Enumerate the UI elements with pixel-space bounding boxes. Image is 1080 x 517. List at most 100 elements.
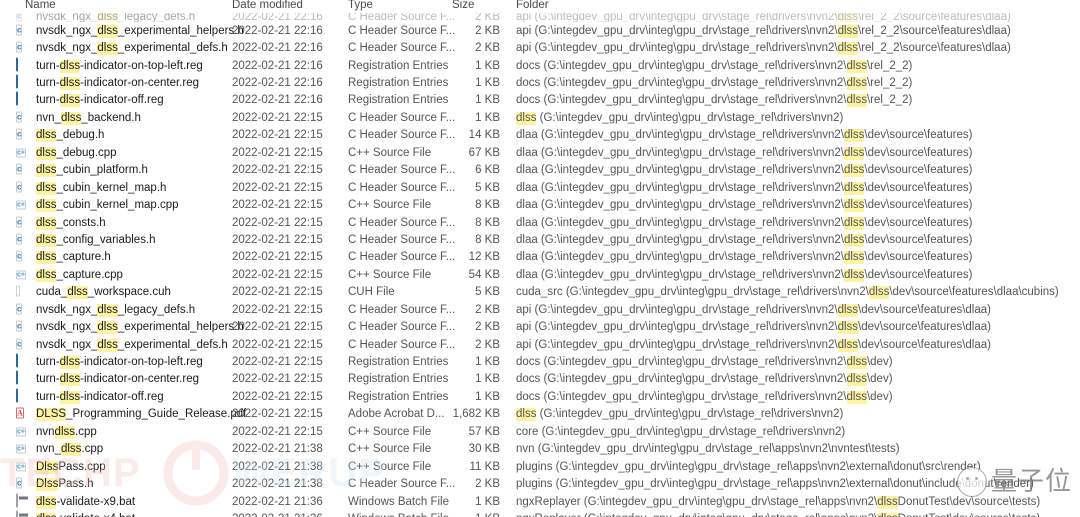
folder-path-cell[interactable]: plugins (G:\integdev_gpu_drv\integ\gpu_d… xyxy=(516,460,981,474)
folder-path-cell[interactable]: api (G:\integdev_gpu_drv\integ\gpu_drv\s… xyxy=(516,320,991,335)
file-name-cell[interactable]: DlssPass.cpp xyxy=(36,460,106,474)
folder-path-cell[interactable]: dlaa (G:\integdev_gpu_drv\integ\gpu_drv\… xyxy=(516,181,972,195)
file-name-cell[interactable]: dlss_consts.h xyxy=(36,216,106,230)
table-row[interactable]: c nvn_dlss_backend.h 2022-02-21 22:15 C … xyxy=(0,109,1080,126)
table-row[interactable]: c dlss_capture.h 2022-02-21 22:15 C Head… xyxy=(0,249,1080,266)
folder-path-cell[interactable]: docs (G:\integdev_gpu_drv\integ\gpu_drv\… xyxy=(516,93,912,108)
table-row[interactable]: c+ nvndlss.cpp 2022-02-21 22:15 C++ Sour… xyxy=(0,423,1080,440)
file-name-cell[interactable]: dlss_debug.cpp xyxy=(36,146,117,160)
table-row[interactable]: c dlss_consts.h 2022-02-21 22:15 C Heade… xyxy=(0,214,1080,231)
file-name-cell[interactable]: dlss_debug.h xyxy=(36,128,104,143)
table-row[interactable]: dlss-validate-x4.bat 2022-02-21 21:36 Wi… xyxy=(0,510,1080,517)
table-row[interactable]: c nvsdk_ngx_dlss_experimental_defs.h 202… xyxy=(0,336,1080,353)
file-name-cell[interactable]: turn-dlss-indicator-on-top-left.reg xyxy=(36,59,203,73)
folder-path-cell[interactable]: dlss (G:\integdev_gpu_drv\integ\gpu_drv\… xyxy=(516,111,843,125)
folder-path-cell[interactable]: nvn (G:\integdev_gpu_drv\integ\gpu_drv\s… xyxy=(516,442,900,456)
table-row[interactable]: c nvsdk_ngx_dlss_experimental_helpers.h … xyxy=(0,318,1080,335)
table-row[interactable]: . cuda_dlss_workspace.cuh 2022-02-21 22:… xyxy=(0,284,1080,301)
table-row[interactable]: c nvsdk_ngx_dlss_legacy_defs.h 2022-02-2… xyxy=(0,301,1080,318)
file-name-cell[interactable]: nvsdk_ngx_dlss_experimental_helpers.h xyxy=(36,24,244,38)
date-modified-cell: 2022-02-21 22:15 xyxy=(232,303,323,316)
table-row[interactable]: c dlss_config_variables.h 2022-02-21 22:… xyxy=(0,231,1080,248)
file-name-cell[interactable]: dlss_cubin_platform.h xyxy=(36,163,148,178)
file-name-cell[interactable]: nvndlss.cpp xyxy=(36,425,97,439)
search-match-highlight: dlss xyxy=(846,94,867,108)
folder-path-cell[interactable]: dlss (G:\integdev_gpu_drv\integ\gpu_drv\… xyxy=(516,407,843,422)
column-header-name[interactable]: Name xyxy=(25,0,56,11)
table-row[interactable]: A DLSS_Programming_Guide_Release.pdf 202… xyxy=(0,406,1080,423)
file-name-cell[interactable]: DLSS_Programming_Guide_Release.pdf xyxy=(36,407,246,422)
table-row[interactable]: c+ nvn_dlss.cpp 2022-02-21 21:38 C++ Sou… xyxy=(0,441,1080,458)
folder-path-cell[interactable]: core (G:\integdev_gpu_drv\integ\gpu_drv\… xyxy=(516,425,845,439)
file-size-cell: 8 KB xyxy=(475,199,500,212)
file-name-cell[interactable]: nvsdk_ngx_dlss_legacy_defs.h xyxy=(36,12,195,22)
table-row[interactable]: c+ dlss_cubin_kernel_map.cpp 2022-02-21 … xyxy=(0,196,1080,213)
folder-path-cell[interactable]: cuda_src (G:\integdev_gpu_drv\integ\gpu_… xyxy=(516,285,1059,300)
cpp-source-file-icon: c+ xyxy=(16,200,26,210)
file-name-cell[interactable]: nvn_dlss.cpp xyxy=(36,442,103,457)
folder-path-cell[interactable]: docs (G:\integdev_gpu_drv\integ\gpu_drv\… xyxy=(516,390,893,404)
file-name-cell[interactable]: dlss_capture.cpp xyxy=(36,268,123,282)
file-name-cell[interactable]: nvsdk_ngx_dlss_experimental_defs.h xyxy=(36,338,228,352)
table-row[interactable]: c+ dlss_capture.cpp 2022-02-21 22:15 C++… xyxy=(0,266,1080,283)
column-header-size[interactable]: Size xyxy=(452,0,474,11)
folder-path-cell[interactable]: api (G:\integdev_gpu_drv\integ\gpu_drv\s… xyxy=(516,41,1011,56)
file-name-cell[interactable]: nvsdk_ngx_dlss_experimental_defs.h xyxy=(36,41,228,56)
folder-path-cell[interactable]: ngxReplayer (G:\integdev_gpu_drv\integ\g… xyxy=(516,512,1040,517)
table-row[interactable]: turn-dlss-indicator-on-top-left.reg 2022… xyxy=(0,57,1080,74)
column-header-type[interactable]: Type xyxy=(348,0,373,11)
folder-path-cell[interactable]: docs (G:\integdev_gpu_drv\integ\gpu_drv\… xyxy=(516,76,912,91)
file-name-cell[interactable]: dlss-validate-x9.bat xyxy=(36,495,135,509)
folder-path-cell[interactable]: dlaa (G:\integdev_gpu_drv\integ\gpu_drv\… xyxy=(516,163,972,178)
folder-path-cell[interactable]: dlaa (G:\integdev_gpu_drv\integ\gpu_drv\… xyxy=(516,233,972,247)
file-name-cell[interactable]: dlss_cubin_kernel_map.cpp xyxy=(36,198,179,213)
file-name-cell[interactable]: nvsdk_ngx_dlss_legacy_defs.h xyxy=(36,303,195,317)
file-name-cell[interactable]: dlss_cubin_kernel_map.h xyxy=(36,181,166,195)
file-name-cell[interactable]: cuda_dlss_workspace.cuh xyxy=(36,285,171,300)
file-name-cell[interactable]: nvsdk_ngx_dlss_experimental_helpers.h xyxy=(36,320,244,335)
file-name-cell[interactable]: turn-dlss-indicator-on-center.reg xyxy=(36,372,199,387)
file-name-cell[interactable]: turn-dlss-indicator-on-center.reg xyxy=(36,76,199,91)
file-name-cell[interactable]: turn-dlss-indicator-off.reg xyxy=(36,390,164,404)
table-row[interactable]: turn-dlss-indicator-on-top-left.reg 2022… xyxy=(0,353,1080,370)
folder-path-cell[interactable]: plugins (G:\integdev_gpu_drv\integ\gpu_d… xyxy=(516,477,1034,491)
file-name-cell[interactable]: turn-dlss-indicator-off.reg xyxy=(36,93,164,108)
folder-path-cell[interactable]: api (G:\integdev_gpu_drv\integ\gpu_drv\s… xyxy=(516,338,991,352)
table-row[interactable]: c DlssPass.h 2022-02-21 21:38 C Header S… xyxy=(0,475,1080,492)
folder-path-cell[interactable]: docs (G:\integdev_gpu_drv\integ\gpu_drv\… xyxy=(516,355,893,370)
folder-path-cell[interactable]: api (G:\integdev_gpu_drv\integ\gpu_drv\s… xyxy=(516,303,991,317)
file-name-cell[interactable]: dlss-validate-x4.bat xyxy=(36,512,135,517)
table-row[interactable]: turn-dlss-indicator-on-center.reg 2022-0… xyxy=(0,74,1080,91)
folder-path-cell[interactable]: dlaa (G:\integdev_gpu_drv\integ\gpu_drv\… xyxy=(516,198,972,213)
folder-path-cell[interactable]: dlaa (G:\integdev_gpu_drv\integ\gpu_drv\… xyxy=(516,128,972,143)
folder-path-cell[interactable]: api (G:\integdev_gpu_drv\integ\gpu_drv\s… xyxy=(516,12,1011,22)
table-row[interactable]: c nvsdk_ngx_dlss_experimental_helpers.h … xyxy=(0,22,1080,39)
table-row[interactable]: c+ DlssPass.cpp 2022-02-21 21:38 C++ Sou… xyxy=(0,458,1080,475)
table-row[interactable]: turn-dlss-indicator-off.reg 2022-02-21 2… xyxy=(0,388,1080,405)
table-row[interactable]: c+ dlss_debug.cpp 2022-02-21 22:15 C++ S… xyxy=(0,144,1080,161)
file-name-cell[interactable]: dlss_capture.h xyxy=(36,250,111,265)
column-header-date-modified[interactable]: Date modified xyxy=(232,0,303,11)
table-row[interactable]: c dlss_debug.h 2022-02-21 22:15 C Header… xyxy=(0,127,1080,144)
folder-path-cell[interactable]: docs (G:\integdev_gpu_drv\integ\gpu_drv\… xyxy=(516,372,893,387)
table-row[interactable]: turn-dlss-indicator-off.reg 2022-02-21 2… xyxy=(0,91,1080,109)
column-header-folder[interactable]: Folder xyxy=(516,0,549,11)
table-row[interactable]: c nvsdk_ngx_dlss_experimental_defs.h 202… xyxy=(0,39,1080,56)
table-row[interactable]: c dlss_cubin_platform.h 2022-02-21 22:15… xyxy=(0,162,1080,179)
folder-path-cell[interactable]: api (G:\integdev_gpu_drv\integ\gpu_drv\s… xyxy=(516,24,1011,38)
folder-path-cell[interactable]: dlaa (G:\integdev_gpu_drv\integ\gpu_drv\… xyxy=(516,216,972,230)
folder-path-cell[interactable]: dlaa (G:\integdev_gpu_drv\integ\gpu_drv\… xyxy=(516,250,972,265)
date-modified-cell: 2022-02-21 22:16 xyxy=(232,42,323,55)
folder-path-cell[interactable]: docs (G:\integdev_gpu_drv\integ\gpu_drv\… xyxy=(516,59,912,73)
folder-path-cell[interactable]: ngxReplayer (G:\integdev_gpu_drv\integ\g… xyxy=(516,495,1040,509)
file-name-cell[interactable]: DlssPass.h xyxy=(36,477,94,492)
folder-path-cell[interactable]: dlaa (G:\integdev_gpu_drv\integ\gpu_drv\… xyxy=(516,146,972,160)
table-row[interactable]: c dlss_cubin_kernel_map.h 2022-02-21 22:… xyxy=(0,179,1080,196)
file-name-cell[interactable]: turn-dlss-indicator-on-top-left.reg xyxy=(36,355,203,370)
file-name-cell[interactable]: nvn_dlss_backend.h xyxy=(36,111,141,125)
table-row[interactable]: c nvsdk_ngx_dlss_legacy_defs.h 2022-02-2… xyxy=(0,12,1080,22)
folder-path-cell[interactable]: dlaa (G:\integdev_gpu_drv\integ\gpu_drv\… xyxy=(516,268,972,282)
table-row[interactable]: dlss-validate-x9.bat 2022-02-21 21:36 Wi… xyxy=(0,493,1080,510)
table-row[interactable]: turn-dlss-indicator-on-center.reg 2022-0… xyxy=(0,370,1080,388)
file-name-cell[interactable]: dlss_config_variables.h xyxy=(36,233,156,247)
